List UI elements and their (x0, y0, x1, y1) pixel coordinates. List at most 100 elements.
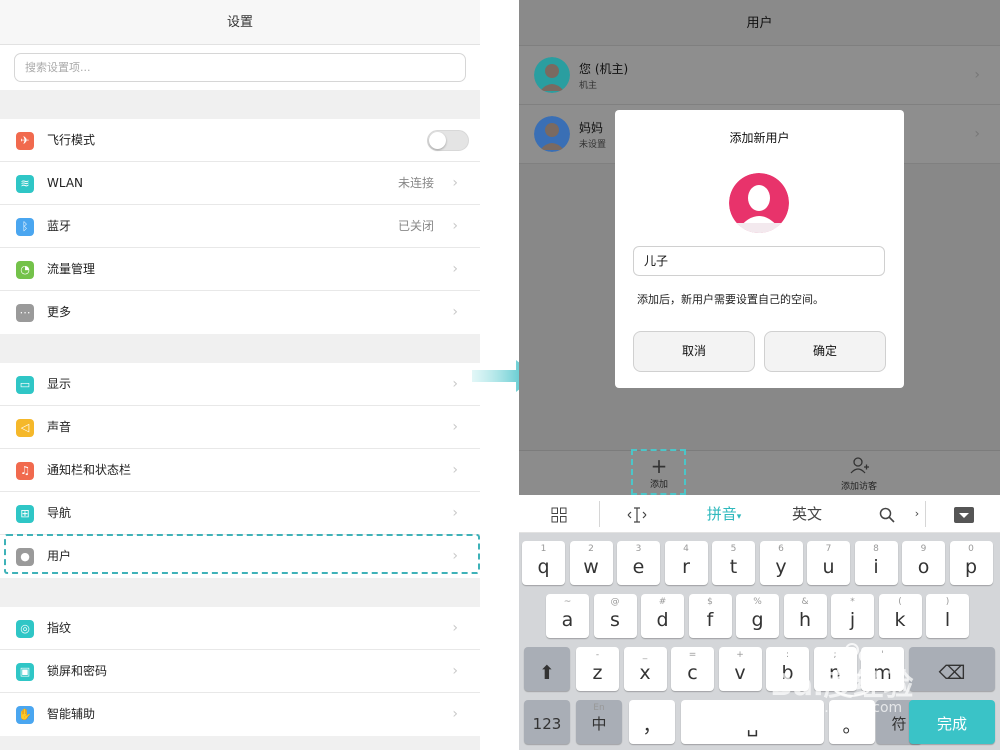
settings-item-label: 智能辅助 (47, 707, 96, 721)
key-c[interactable]: = c (671, 647, 714, 691)
settings-item[interactable]: ᛒ 蓝牙 已关闭 › (0, 205, 480, 248)
key-hint: ~ (563, 597, 572, 607)
settings-item[interactable]: ⊞ 导航 › (0, 492, 480, 535)
settings-item[interactable]: ✋ 智能辅助 › (0, 693, 480, 736)
key-hint: 0 (968, 544, 974, 554)
chevron-right-icon: › (452, 376, 458, 392)
key-label: ⬆ (539, 662, 555, 684)
key-d[interactable]: # d (641, 594, 684, 638)
settings-item[interactable]: ♫ 通知栏和状态栏 › (0, 449, 480, 492)
settings-item-label: 声音 (47, 420, 72, 434)
key-w[interactable]: 2w (569, 541, 613, 585)
search-icon[interactable] (869, 495, 905, 533)
key-a[interactable]: ~ a (546, 594, 589, 638)
done-key[interactable]: 完成 (909, 700, 995, 744)
hide-keyboard-icon[interactable] (947, 495, 981, 533)
chevron-right-icon[interactable]: › (909, 495, 925, 533)
settings-item-value: 未连接 (397, 176, 434, 190)
period-key[interactable]: 。 (829, 700, 875, 744)
key-label: h (798, 609, 812, 631)
airplane-icon: ✈ (16, 132, 34, 150)
new-user-avatar[interactable] (729, 173, 789, 233)
settings-item[interactable]: ▣ 锁屏和密码 › (0, 650, 480, 693)
dialog-hint: 添加后，新用户需要设置自己的空间。 (637, 293, 824, 306)
search-input[interactable]: 搜索设置项... (14, 53, 466, 82)
key-label: ␣ (746, 715, 759, 737)
settings-item[interactable]: ✈ 飞行模式 (0, 119, 480, 162)
key-u[interactable]: 7u (807, 541, 850, 585)
key-label: z (592, 662, 603, 684)
settings-item[interactable]: ⋯ 更多 › (0, 291, 480, 334)
key-label: t (729, 556, 738, 578)
key-q[interactable]: 1q (522, 541, 565, 585)
key-label: u (822, 556, 835, 578)
settings-group-network: ✈ 飞行模式 ≋ WLAN 未连接 › ᛒ 蓝牙 已关闭 › ◔ 流量管理 › ⋯ 更多 › (0, 119, 480, 334)
user-row-owner[interactable]: 您 (机主) 机主 › (519, 46, 1000, 105)
key-hint: # (658, 597, 667, 607)
settings-item-label: 通知栏和状态栏 (47, 463, 132, 477)
key-e[interactable]: 3e (617, 541, 660, 585)
key-m[interactable]: ' m (861, 647, 904, 691)
numbers-key[interactable]: 123 (524, 700, 570, 744)
user-icon: ● (16, 548, 34, 566)
key-i[interactable]: 8i (854, 541, 898, 585)
airplane-mode-toggle[interactable] (427, 130, 469, 151)
settings-item[interactable]: ▭ 显示 › (0, 363, 480, 406)
key-k[interactable]: (k (878, 594, 922, 638)
key-g[interactable]: % g (736, 594, 779, 638)
settings-item-label: 飞行模式 (47, 133, 96, 147)
settings-item[interactable]: ◁ 声音 › (0, 406, 480, 449)
key-s[interactable]: @ s (593, 594, 637, 638)
key-label: c (687, 662, 698, 684)
space-key[interactable]: ␣ (681, 700, 824, 744)
add-user-dialog: 添加新用户 儿子 添加后，新用户需要设置自己的空间。 取消 确定 (615, 110, 904, 388)
key-j[interactable]: * j (831, 594, 874, 638)
settings-item[interactable]: ◔ 流量管理 › (0, 248, 480, 291)
settings-item[interactable]: ≋ WLAN 未连接 › (0, 162, 480, 205)
bell-icon: ♫ (16, 462, 34, 480)
english-mode-tab[interactable]: 英文 (777, 495, 837, 533)
key-l[interactable]: ) l (926, 594, 969, 638)
user-role: 机主 (579, 81, 598, 91)
key-b[interactable]: :b (766, 647, 809, 691)
hand-icon: ✋ (16, 706, 34, 724)
navigation-icon: ⊞ (16, 505, 34, 523)
key-hint: 1 (540, 544, 547, 554)
confirm-button[interactable]: 确定 (764, 331, 886, 372)
key-hint: % (753, 597, 762, 607)
pinyin-mode-tab[interactable]: 拼音▾ (694, 495, 754, 536)
shift-key[interactable]: ⬆ (524, 647, 570, 691)
key-y[interactable]: 6y (759, 541, 803, 585)
key-label: o (917, 556, 930, 578)
users-title: 用户 (519, 0, 1000, 46)
key-hint: ' (881, 650, 884, 660)
key-t[interactable]: 5t (712, 541, 755, 585)
key-o[interactable]: 9o (902, 541, 945, 585)
username-input[interactable]: 儿子 (633, 246, 885, 276)
key-f[interactable]: $ f (688, 594, 732, 638)
cancel-button[interactable]: 取消 (633, 331, 755, 372)
key-h[interactable]: & h (783, 594, 827, 638)
chevron-right-icon: › (452, 505, 458, 521)
cursor-move-icon[interactable] (617, 495, 657, 533)
backspace-key[interactable]: ⌫ (909, 647, 995, 691)
settings-item[interactable]: ◎ 指纹 › (0, 607, 480, 650)
bluetooth-icon: ᛒ (16, 218, 34, 236)
more-icon: ⋯ (16, 304, 34, 322)
settings-item[interactable]: ● 用户 › (0, 535, 480, 578)
language-switch-key[interactable]: En 中 (576, 700, 622, 744)
key-z[interactable]: -z (576, 647, 619, 691)
add-guest-button[interactable]: 添加访客 (829, 455, 889, 492)
key-v[interactable]: + v (718, 647, 762, 691)
key-n[interactable]: ; n (813, 647, 857, 691)
comma-key[interactable]: ， (629, 700, 675, 744)
key-label: l (944, 609, 951, 631)
key-r[interactable]: 4r (664, 541, 708, 585)
add-person-icon (829, 455, 889, 479)
key-label: a (561, 609, 574, 631)
avatar (534, 57, 570, 93)
section-gap (0, 578, 480, 607)
key-p[interactable]: 0p (949, 541, 993, 585)
grid-menu-icon[interactable] (539, 495, 579, 533)
key-x[interactable]: _ x (623, 647, 667, 691)
